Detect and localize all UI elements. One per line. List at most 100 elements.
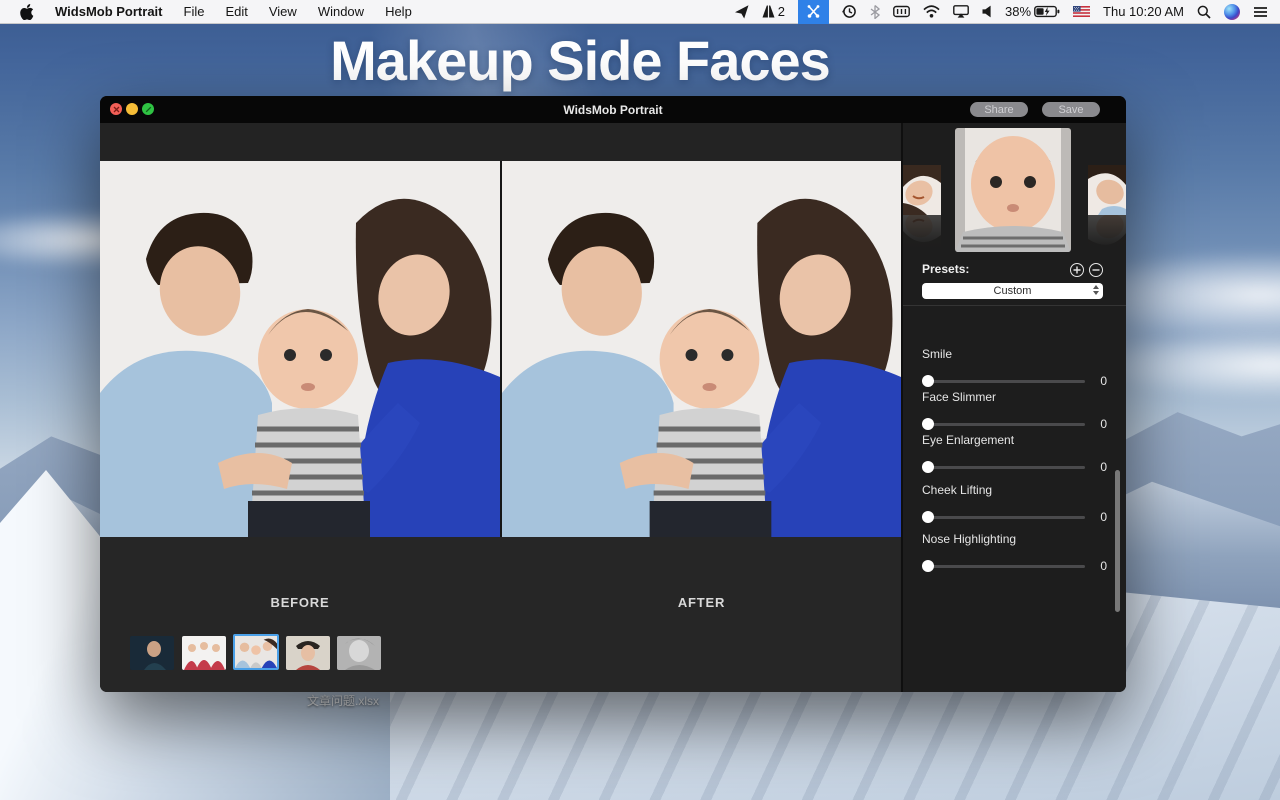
plus-icon [1073, 266, 1081, 274]
eye-enlargement-slider-knob[interactable] [922, 461, 934, 473]
send-status-item[interactable] [735, 0, 749, 23]
menu-window[interactable]: Window [318, 4, 364, 19]
slider-label: Eye Enlargement [922, 433, 1107, 447]
face-carousel-selected[interactable] [955, 128, 1071, 252]
nose-highlighting-value: 0 [1100, 559, 1107, 573]
cheek-lifting-value: 0 [1100, 510, 1107, 524]
drone-status-item-active[interactable] [798, 0, 829, 24]
preset-dropdown[interactable]: Custom [922, 283, 1103, 299]
before-photo [100, 161, 500, 537]
apple-menu[interactable] [20, 4, 34, 20]
siri-icon[interactable] [1224, 4, 1240, 20]
apple-icon [20, 4, 34, 20]
smile-value: 0 [1100, 374, 1107, 388]
desktop: Makeup Side Faces 文章问题.xlsx WidsMob Port… [0, 0, 1280, 800]
menu-file[interactable]: File [184, 4, 205, 19]
spotlight-item[interactable] [1197, 0, 1211, 23]
reflection-fade [903, 215, 941, 253]
filmstrip-thumb-3-selected[interactable] [233, 634, 279, 670]
nose-highlighting-slider-knob[interactable] [922, 560, 934, 572]
face-slimmer-value: 0 [1100, 417, 1107, 431]
menu-bar: WidsMob Portrait File Edit View Window H… [0, 0, 1280, 24]
slider-label: Face Slimmer [922, 390, 1107, 404]
wifi-icon [923, 5, 940, 18]
adobe-icon [762, 5, 775, 18]
slider-group-face-slimmer: Face Slimmer 0 [922, 390, 1107, 431]
time-machine-status-item[interactable] [842, 0, 857, 23]
slider-label: Cheek Lifting [922, 483, 1107, 497]
eye-enlargement-slider[interactable] [922, 466, 1085, 469]
close-button[interactable] [110, 103, 122, 115]
filmstrip-thumb-5[interactable] [337, 636, 381, 670]
cheek-lifting-slider-knob[interactable] [922, 511, 934, 523]
adobe-status-item[interactable]: 2 [762, 0, 785, 23]
slider-group-nose-highlighting: Nose Highlighting 0 [922, 532, 1107, 573]
widsmob-portrait-window: WidsMob Portrait Share Save BEFORE AFTER [100, 96, 1126, 692]
zoom-button[interactable] [142, 103, 154, 115]
drone-icon [806, 4, 821, 19]
dropdown-stepper-icon [1093, 285, 1099, 295]
before-label: BEFORE [100, 595, 500, 610]
nose-highlighting-slider[interactable] [922, 565, 1085, 568]
menu-help[interactable]: Help [385, 4, 412, 19]
smile-slider[interactable] [922, 380, 1085, 383]
bluetooth-icon [870, 5, 880, 19]
menu-app-name[interactable]: WidsMob Portrait [55, 4, 163, 19]
face-slimmer-slider-knob[interactable] [922, 418, 934, 430]
airplay-icon [953, 5, 969, 18]
desktop-file-label[interactable]: 文章问题.xlsx [307, 692, 379, 709]
share-button[interactable]: Share [970, 102, 1028, 117]
notification-center-icon [1253, 6, 1268, 18]
eye-enlargement-value: 0 [1100, 460, 1107, 474]
wifi-status-item[interactable] [923, 0, 940, 23]
top-toolbar-strip [100, 123, 901, 161]
slider-label: Smile [922, 347, 1107, 361]
close-icon [113, 106, 120, 113]
adobe-badge: 2 [778, 4, 785, 19]
volume-icon [982, 5, 992, 18]
after-photo [502, 161, 901, 537]
menu-edit[interactable]: Edit [225, 4, 247, 19]
input-source-item[interactable] [1073, 0, 1090, 23]
presets-label: Presets: [922, 262, 969, 276]
keyboard-status-item[interactable] [893, 0, 910, 23]
slider-group-eye-enlargement: Eye Enlargement 0 [922, 433, 1107, 474]
reflection-fade [1088, 215, 1126, 253]
save-button[interactable]: Save [1042, 102, 1100, 117]
minus-icon [1092, 266, 1100, 274]
face-carousel-left[interactable] [903, 165, 941, 253]
battery-icon [1034, 5, 1060, 18]
filmstrip-thumb-1[interactable] [130, 636, 174, 670]
time-machine-icon [842, 4, 857, 19]
minimize-button[interactable] [126, 103, 138, 115]
smile-slider-knob[interactable] [922, 375, 934, 387]
preset-selected-value: Custom [994, 285, 1032, 297]
notification-center-item[interactable] [1253, 0, 1268, 23]
keyboard-viewer-icon [893, 5, 910, 18]
send-icon [735, 5, 749, 19]
airplay-status-item[interactable] [953, 0, 969, 23]
menu-view[interactable]: View [269, 4, 297, 19]
volume-status-item[interactable] [982, 0, 992, 23]
battery-percent: 38% [1005, 4, 1031, 19]
after-label: AFTER [502, 595, 901, 610]
us-flag-icon [1073, 6, 1090, 17]
battery-status-item[interactable]: 38% [1005, 0, 1060, 23]
menu-clock[interactable]: Thu 10:20 AM [1103, 4, 1184, 19]
bluetooth-status-item[interactable] [870, 0, 880, 23]
face-slimmer-slider[interactable] [922, 423, 1085, 426]
add-preset-button[interactable] [1070, 263, 1084, 277]
filmstrip-thumb-4[interactable] [286, 636, 330, 670]
panel-scrollbar[interactable] [1115, 470, 1120, 612]
search-icon [1197, 5, 1211, 19]
remove-preset-button[interactable] [1089, 263, 1103, 277]
adjustment-panel: Presets: Custom Smile 0 [903, 123, 1126, 692]
filmstrip-thumb-2[interactable] [182, 636, 226, 670]
slider-group-cheek-lifting: Cheek Lifting 0 [922, 483, 1107, 524]
cheek-lifting-slider[interactable] [922, 516, 1085, 519]
slider-label: Nose Highlighting [922, 532, 1107, 546]
slider-group-smile: Smile 0 [922, 347, 1107, 388]
wallpaper-title: Makeup Side Faces [0, 28, 1160, 93]
face-carousel-right[interactable] [1088, 165, 1126, 253]
fullscreen-icon [145, 106, 152, 113]
